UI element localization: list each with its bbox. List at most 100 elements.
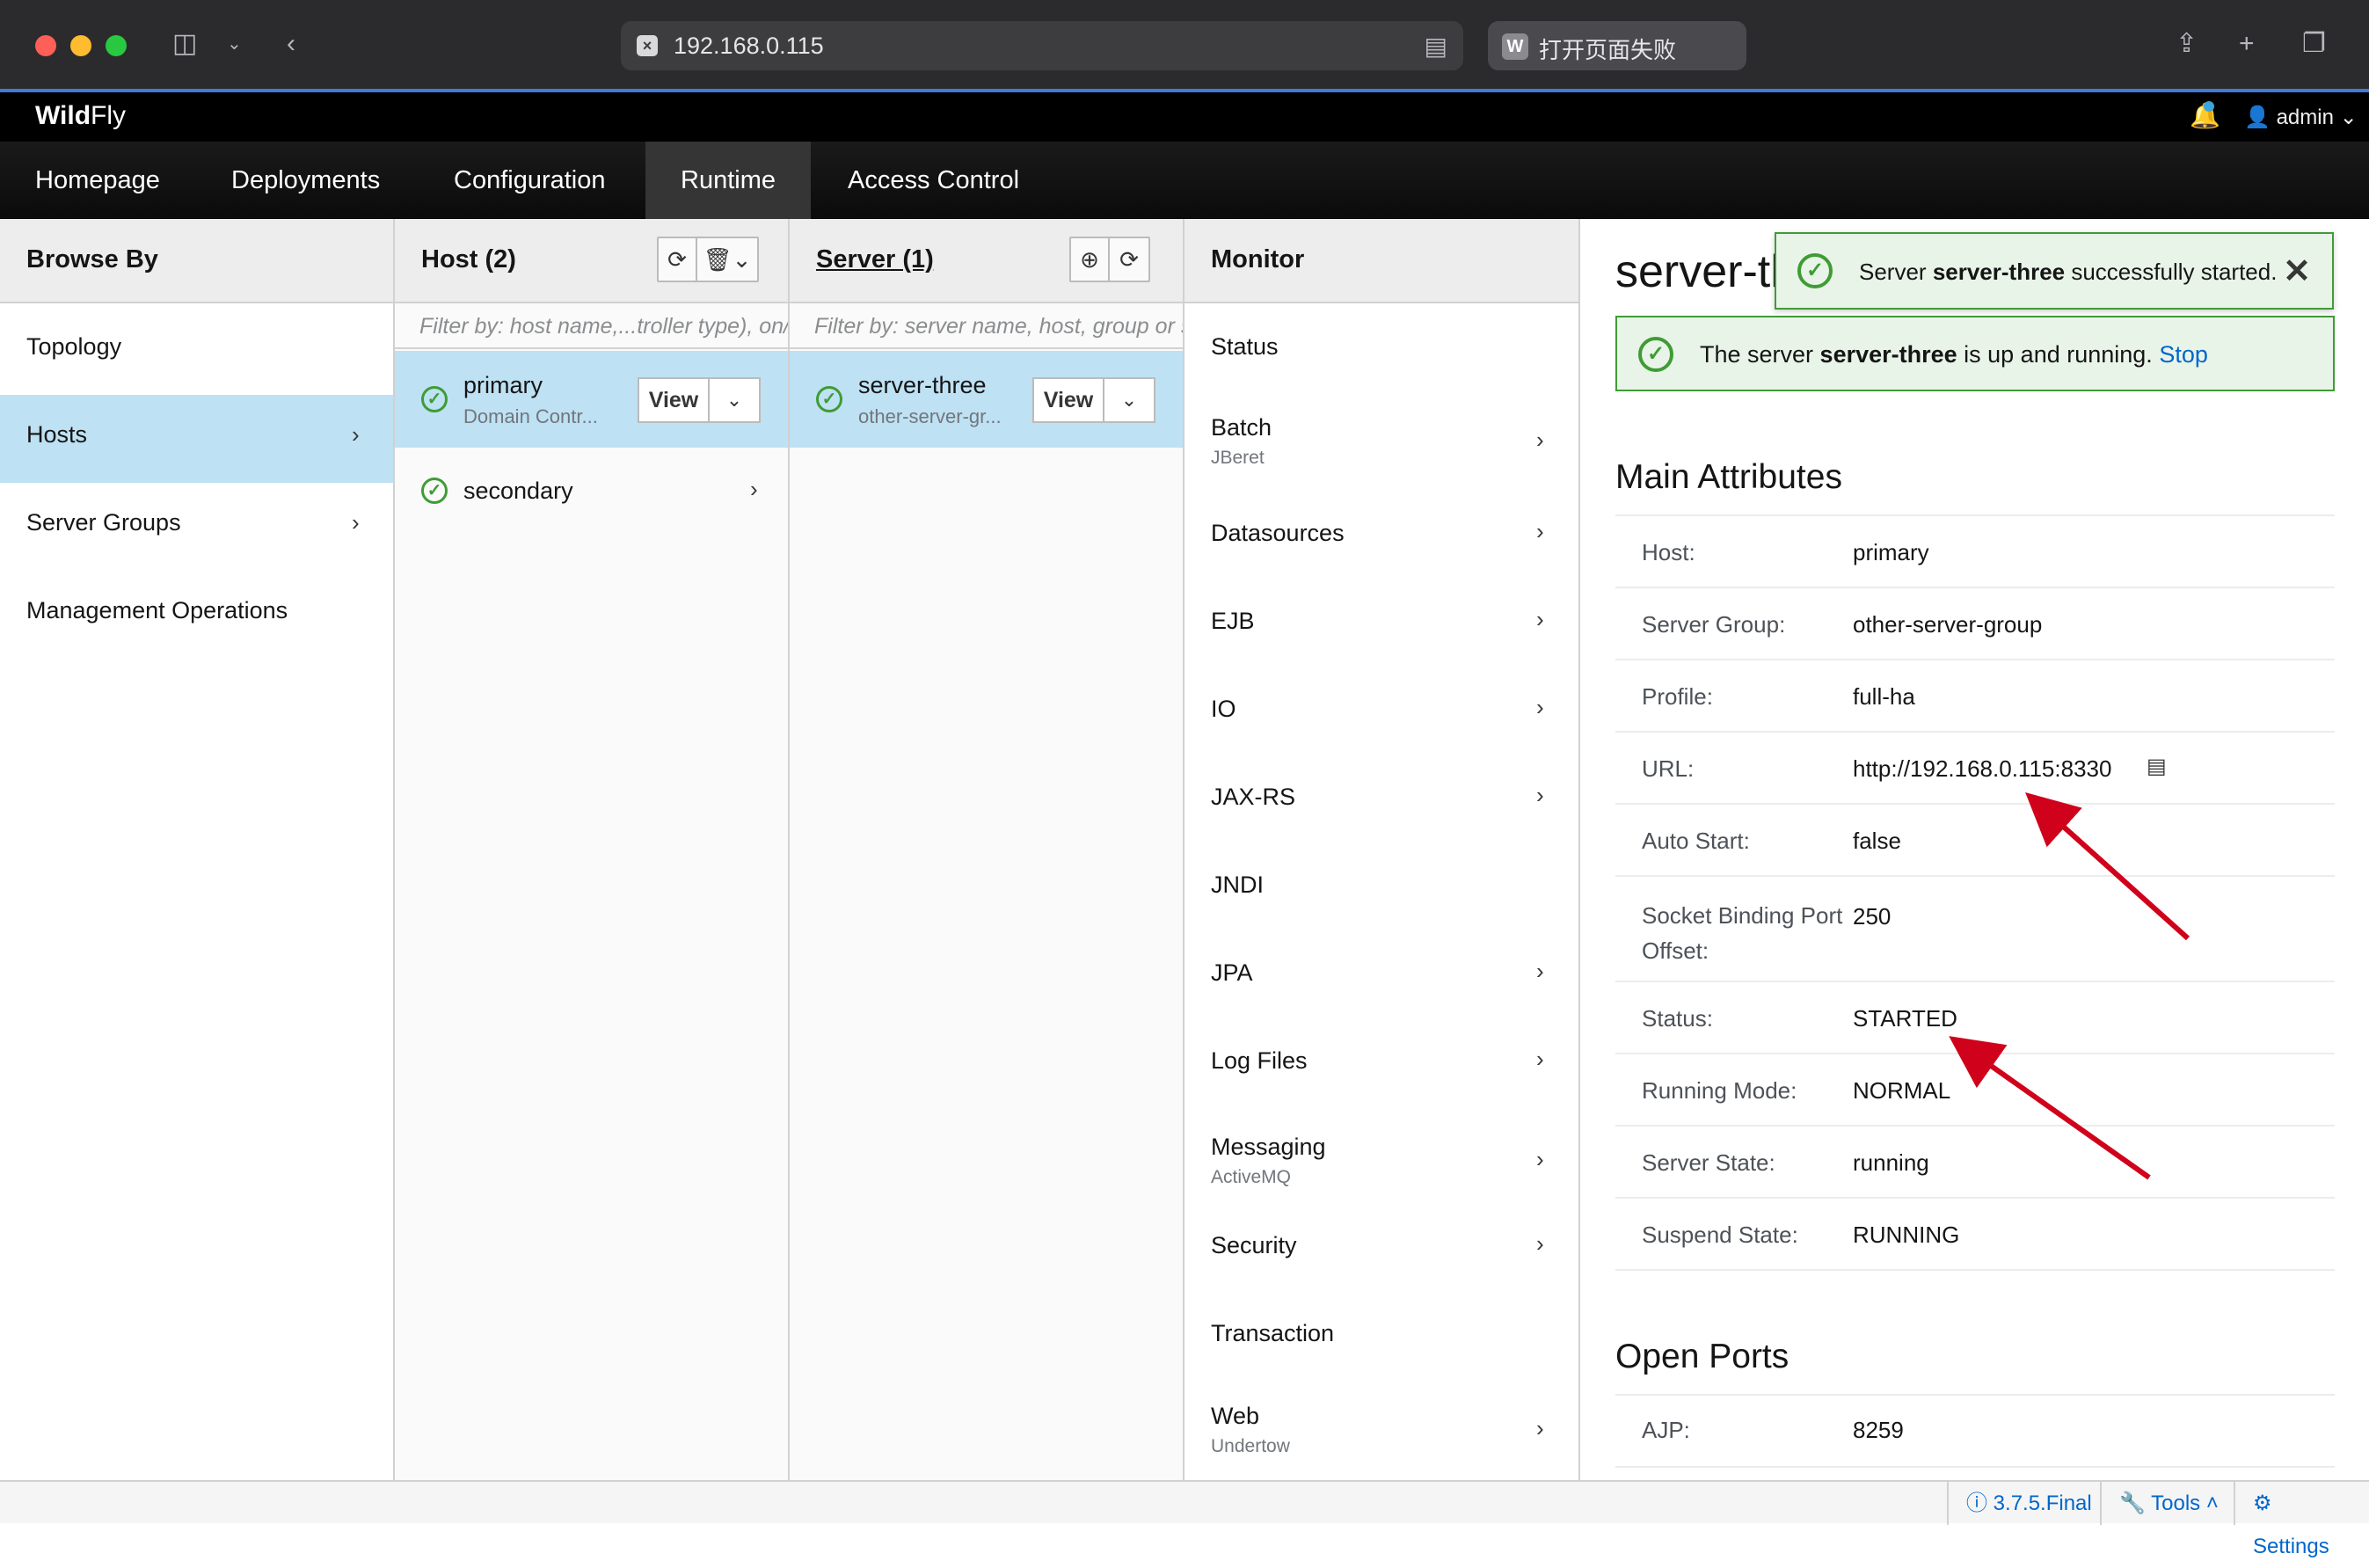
host-toolbar: ⟳ 🗑⌄: [657, 237, 759, 282]
zoom-window-button[interactable]: [106, 35, 127, 56]
attribute-suspend-state: Suspend State: RUNNING: [1615, 1199, 2335, 1271]
chevron-right-icon: ›: [1536, 782, 1544, 808]
delete-dropdown-icon[interactable]: 🗑⌄: [697, 238, 757, 281]
attribute-profile: Profile: full-ha: [1615, 660, 2335, 733]
nav-deployments[interactable]: Deployments: [196, 142, 415, 219]
check-circle-icon: ✓: [421, 386, 448, 412]
browse-item-server-groups[interactable]: Server Groups ›: [0, 483, 393, 571]
nav-runtime[interactable]: Runtime: [645, 142, 811, 219]
back-icon[interactable]: ‹: [287, 26, 295, 62]
chevron-right-icon: ›: [1536, 1146, 1544, 1172]
main-navigation: Homepage Deployments Configuration Runti…: [0, 142, 2369, 219]
monitor-item-jax-rs[interactable]: JAX-RS ›: [1184, 755, 1578, 843]
monitor-item-security[interactable]: Security ›: [1184, 1204, 1578, 1292]
server-details-pane: server-three ✓ The server server-three i…: [1580, 219, 2369, 1480]
attribute-status: Status: STARTED: [1615, 982, 2335, 1054]
attribute-url: URL: http://192.168.0.115:8330 ▤: [1615, 733, 2335, 805]
sidebar-toggle-icon[interactable]: ◫: [172, 26, 197, 62]
attribute-server-state: Server State: running: [1615, 1127, 2335, 1199]
server-view-split-button: View ⌄: [1032, 377, 1155, 423]
column-title: Browse By: [26, 245, 158, 273]
notification-bell-icon[interactable]: 🔔: [2190, 101, 2220, 130]
monitor-item-ejb[interactable]: EJB ›: [1184, 580, 1578, 667]
monitor-item-io[interactable]: IO ›: [1184, 667, 1578, 755]
success-toast: ✓ Server server-three successfully start…: [1775, 232, 2334, 310]
monitor-item-messaging[interactable]: Messaging ActiveMQ ›: [1184, 1107, 1578, 1204]
view-button[interactable]: View: [1034, 379, 1104, 421]
profile-link[interactable]: full-ha: [1853, 683, 1915, 711]
check-circle-icon: ✓: [816, 386, 842, 412]
column-title[interactable]: Server (1): [816, 245, 934, 274]
monitor-item-datasources[interactable]: Datasources ›: [1184, 492, 1578, 580]
nav-configuration[interactable]: Configuration: [419, 142, 641, 219]
browse-item-topology[interactable]: Topology: [0, 307, 393, 395]
monitor-item-jpa[interactable]: JPA ›: [1184, 931, 1578, 1019]
chevron-down-icon[interactable]: ⌄: [710, 379, 759, 421]
browser-toolbar: ◫ ⌄ ‹ × 192.168.0.115 ▤ W 打开页面失败 ⇪ + ❐: [0, 0, 2369, 92]
refresh-icon[interactable]: ⟳: [1110, 238, 1148, 281]
add-circle-icon[interactable]: ⊕: [1071, 238, 1110, 281]
user-menu[interactable]: 👤 admin ⌄: [2244, 105, 2358, 130]
host-column: Host (2) ⟳ 🗑⌄ Filter by: host name,...tr…: [395, 219, 790, 1480]
tab-title: 打开页面失败: [1539, 37, 1677, 63]
minimize-window-button[interactable]: [70, 35, 91, 56]
user-name: admin: [2276, 106, 2334, 129]
monitor-item-web[interactable]: Web Undertow ›: [1184, 1380, 1578, 1477]
browse-item-hosts[interactable]: Hosts ›: [0, 395, 393, 483]
host-link[interactable]: primary: [1853, 539, 1929, 566]
url-link[interactable]: http://192.168.0.115:8330: [1853, 755, 2111, 783]
chevron-right-icon: ›: [1536, 606, 1544, 632]
chevron-right-icon: ›: [1536, 1230, 1544, 1257]
app-header: WildFly 🔔 👤 admin ⌄: [0, 92, 2369, 142]
nav-access-control[interactable]: Access Control: [813, 142, 1054, 219]
host-filter-input[interactable]: Filter by: host name,...troller type), o…: [395, 303, 788, 349]
tools-menu[interactable]: 🔧 Tools ˄: [2100, 1482, 2236, 1525]
server-toolbar: ⊕ ⟳: [1069, 237, 1150, 282]
host-item-secondary[interactable]: ✓ secondary ›: [395, 448, 788, 536]
address-bar[interactable]: × 192.168.0.115 ▤: [621, 21, 1463, 70]
version-link[interactable]: ⓘ 3.7.5.Final: [1947, 1482, 2110, 1525]
chevron-down-icon[interactable]: ⌄: [227, 26, 242, 62]
check-circle-icon: ✓: [421, 478, 448, 504]
chevron-right-icon: ›: [750, 476, 758, 502]
notification-dot: [2204, 101, 2214, 112]
column-header: Browse By: [0, 219, 393, 303]
server-filter-input[interactable]: Filter by: server name, host, group or s…: [790, 303, 1183, 349]
browser-tab[interactable]: W 打开页面失败: [1488, 21, 1746, 70]
attribute-running-mode: Running Mode: NORMAL: [1615, 1054, 2335, 1127]
tab-favicon: W: [1502, 33, 1528, 60]
wildfly-logo[interactable]: WildFly: [35, 101, 126, 131]
url-text: 192.168.0.115: [674, 33, 824, 59]
reader-mode-icon[interactable]: ▤: [1425, 32, 1447, 61]
stop-link[interactable]: Stop: [2159, 341, 2208, 368]
chevron-right-icon: ›: [1536, 958, 1544, 984]
server-group-link[interactable]: other-server-group: [1853, 611, 2042, 638]
monitor-item-status[interactable]: Status: [1184, 307, 1578, 395]
tab-overview-icon[interactable]: ❐: [2302, 26, 2326, 62]
chevron-down-icon[interactable]: ⌄: [1104, 379, 1154, 421]
monitor-item-log-files[interactable]: Log Files ›: [1184, 1019, 1578, 1107]
chevron-right-icon: ›: [1536, 694, 1544, 720]
settings-link[interactable]: ⚙ Settings: [2234, 1482, 2369, 1558]
browse-item-management-operations[interactable]: Management Operations: [0, 571, 393, 659]
chevron-right-icon: ›: [1536, 518, 1544, 544]
alert-message: The server server-three is up and runnin…: [1700, 341, 2208, 368]
nav-homepage[interactable]: Homepage: [0, 142, 195, 219]
chevron-right-icon: ›: [1536, 1415, 1544, 1441]
server-item-server-three[interactable]: ✓ server-three other-server-gr... View ⌄: [790, 351, 1183, 448]
site-status-icon: ×: [637, 35, 658, 56]
monitor-item-batch[interactable]: Batch JBeret ›: [1184, 395, 1578, 492]
chevron-right-icon: ›: [1536, 427, 1544, 453]
host-item-primary[interactable]: ✓ primary Domain Contr... View ⌄: [395, 351, 788, 448]
host-view-split-button: View ⌄: [638, 377, 761, 423]
view-button[interactable]: View: [639, 379, 710, 421]
share-icon[interactable]: ⇪: [2176, 26, 2198, 62]
column-title: Monitor: [1211, 245, 1305, 273]
close-icon[interactable]: ✕: [2283, 252, 2311, 291]
monitor-item-transaction[interactable]: Transaction: [1184, 1292, 1578, 1380]
refresh-icon[interactable]: ⟳: [659, 238, 697, 281]
copy-icon[interactable]: ▤: [2147, 754, 2167, 779]
close-window-button[interactable]: [35, 35, 56, 56]
monitor-item-jndi[interactable]: JNDI: [1184, 843, 1578, 931]
new-tab-icon[interactable]: +: [2239, 26, 2255, 62]
